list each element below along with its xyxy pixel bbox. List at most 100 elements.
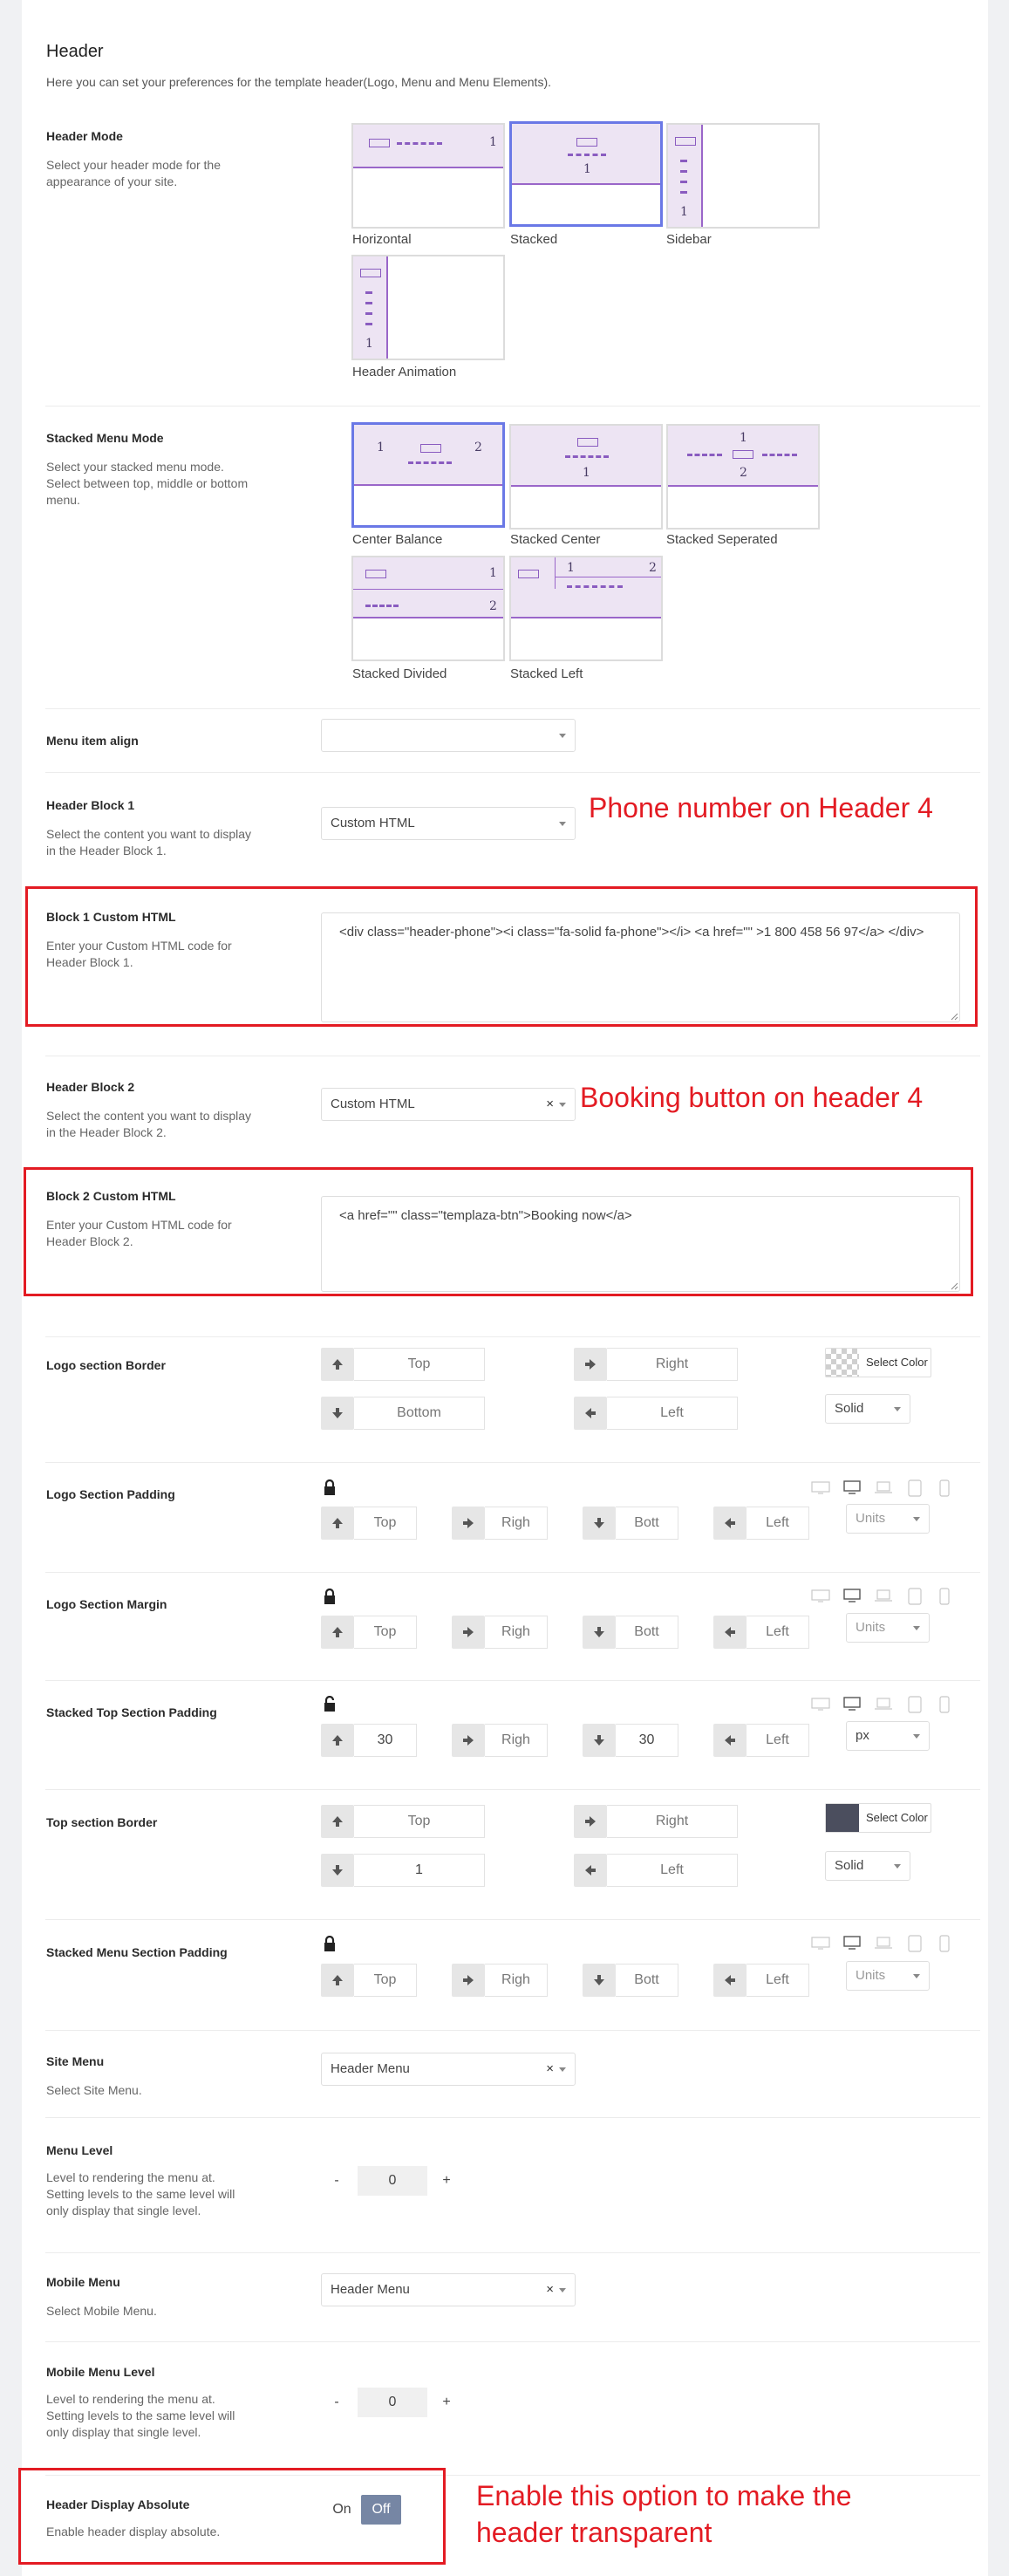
desktop-icon[interactable] bbox=[842, 1479, 862, 1495]
header-block-2-select[interactable]: Custom HTML × bbox=[321, 1088, 576, 1121]
tablet-icon[interactable] bbox=[907, 1588, 923, 1605]
stacked-top-padding-top[interactable]: 30 bbox=[321, 1724, 417, 1757]
desktop-icon[interactable] bbox=[842, 1588, 862, 1603]
mobile-icon[interactable] bbox=[938, 1479, 951, 1497]
mobile-icon[interactable] bbox=[938, 1588, 951, 1605]
header-mode-stacked-tile[interactable]: 1 bbox=[509, 121, 663, 227]
logo-border-left[interactable]: Left bbox=[574, 1397, 738, 1430]
header-block-1-select[interactable]: Custom HTML bbox=[321, 807, 576, 840]
laptop-icon[interactable] bbox=[874, 1696, 893, 1712]
stacked-menu-padding-right[interactable]: Righ bbox=[452, 1964, 548, 1997]
mobile-menu-level-value[interactable]: 0 bbox=[358, 2388, 427, 2417]
site-menu-select[interactable]: Header Menu × bbox=[321, 2053, 576, 2086]
laptop-icon[interactable] bbox=[874, 1588, 893, 1603]
resize-grip-icon[interactable] bbox=[951, 1013, 958, 1021]
block-2-html-textarea[interactable]: <a href="" class="templaza-btn">Booking … bbox=[321, 1196, 960, 1292]
arrow-up-icon bbox=[332, 1518, 343, 1528]
menu-item-align-select[interactable] bbox=[321, 719, 576, 752]
logo-padding-units-select[interactable]: Units bbox=[846, 1504, 930, 1534]
stacked-mode-stacked-center-tile[interactable]: 1 bbox=[509, 424, 663, 530]
desktop-icon[interactable] bbox=[842, 1696, 862, 1712]
top-border-right[interactable]: Right bbox=[574, 1805, 738, 1838]
decrement-button[interactable]: - bbox=[324, 2166, 349, 2196]
menu-level-stepper[interactable]: - 0 + bbox=[324, 2166, 464, 2196]
increment-button[interactable]: + bbox=[434, 2166, 459, 2196]
logo-margin-left[interactable]: Left bbox=[713, 1616, 809, 1649]
logo-border-color-button[interactable]: Select Color bbox=[825, 1348, 931, 1377]
resize-grip-icon[interactable] bbox=[951, 1282, 958, 1290]
stacked-top-padding-right[interactable]: Righ bbox=[452, 1724, 548, 1757]
stacked-top-padding-left[interactable]: Left bbox=[713, 1724, 809, 1757]
tablet-icon[interactable] bbox=[907, 1696, 923, 1713]
header-mode-sidebar-tile[interactable]: 1 bbox=[666, 123, 820, 229]
logo-margin-units-select[interactable]: Units bbox=[846, 1613, 930, 1643]
top-border-top[interactable]: Top bbox=[321, 1805, 485, 1838]
stacked-mode-stacked-left-tile[interactable]: 1 2 bbox=[509, 556, 663, 661]
arrow-left-icon bbox=[585, 1408, 596, 1418]
desktop-large-icon[interactable] bbox=[811, 1696, 830, 1712]
logo-border-right[interactable]: Right bbox=[574, 1348, 738, 1381]
lock-closed-icon[interactable] bbox=[323, 1936, 337, 1953]
arrow-left-icon bbox=[585, 1865, 596, 1876]
logo-margin-top[interactable]: Top bbox=[321, 1616, 417, 1649]
stacked-menu-padding-bottom[interactable]: Bott bbox=[583, 1964, 678, 1997]
desktop-icon[interactable] bbox=[842, 1935, 862, 1951]
toggle-off[interactable]: Off bbox=[361, 2495, 401, 2525]
top-border-left[interactable]: Left bbox=[574, 1854, 738, 1887]
mobile-menu-level-stepper[interactable]: - 0 + bbox=[324, 2388, 464, 2417]
logo-padding-top[interactable]: Top bbox=[321, 1507, 417, 1540]
logo-border-top[interactable]: Top bbox=[321, 1348, 485, 1381]
desktop-large-icon[interactable] bbox=[811, 1935, 830, 1951]
logo-padding-left[interactable]: Left bbox=[713, 1507, 809, 1540]
decrement-button[interactable]: - bbox=[324, 2388, 349, 2417]
mobile-icon[interactable] bbox=[938, 1696, 951, 1713]
stacked-top-padding-bottom[interactable]: 30 bbox=[583, 1724, 678, 1757]
lock-closed-icon[interactable] bbox=[323, 1589, 337, 1606]
desktop-large-icon[interactable] bbox=[811, 1588, 830, 1603]
desktop-large-icon[interactable] bbox=[811, 1479, 830, 1495]
arrow-up-icon bbox=[332, 1359, 343, 1370]
logo-padding-right[interactable]: Righ bbox=[452, 1507, 548, 1540]
stacked-mode-stacked-seperated-tile[interactable]: 1 2 bbox=[666, 424, 820, 530]
logo-margin-right[interactable]: Righ bbox=[452, 1616, 548, 1649]
stacked-menu-padding-top[interactable]: Top bbox=[321, 1964, 417, 1997]
block-1-html-textarea[interactable]: <div class="header-phone"><i class="fa-s… bbox=[321, 912, 960, 1022]
logo-border-bottom[interactable]: Bottom bbox=[321, 1397, 485, 1430]
stacked-mode-stacked-center-caption: Stacked Center bbox=[510, 532, 601, 547]
chevron-down-icon bbox=[913, 1974, 920, 1978]
stacked-mode-center-balance-tile[interactable]: 1 2 bbox=[351, 422, 505, 528]
menu-level-value[interactable]: 0 bbox=[358, 2166, 427, 2196]
mobile-menu-select[interactable]: Header Menu × bbox=[321, 2273, 576, 2306]
logo-border-style-select[interactable]: Solid bbox=[825, 1394, 910, 1424]
tablet-icon[interactable] bbox=[907, 1935, 923, 1952]
mobile-menu-level-label: Mobile Menu Level bbox=[46, 2365, 155, 2379]
toggle-on[interactable]: On bbox=[323, 2495, 361, 2525]
top-border-style-select[interactable]: Solid bbox=[825, 1851, 910, 1881]
chevron-down-icon bbox=[894, 1407, 901, 1411]
clear-icon[interactable]: × bbox=[546, 2282, 554, 2297]
lock-open-icon[interactable] bbox=[323, 1696, 337, 1713]
clear-icon[interactable]: × bbox=[546, 2061, 554, 2076]
header-mode-horizontal-tile[interactable]: 1 bbox=[351, 123, 505, 229]
logo-margin-label: Logo Section Margin bbox=[46, 1597, 167, 1611]
header-block-2-label: Header Block 2 bbox=[46, 1080, 135, 1094]
tablet-icon[interactable] bbox=[907, 1479, 923, 1497]
arrow-left-icon bbox=[725, 1735, 735, 1746]
header-display-absolute-toggle[interactable]: On Off bbox=[323, 2495, 403, 2525]
stacked-menu-padding-left[interactable]: Left bbox=[713, 1964, 809, 1997]
stacked-mode-stacked-divided-tile[interactable]: 1 2 bbox=[351, 556, 505, 661]
chevron-down-icon bbox=[913, 1517, 920, 1521]
laptop-icon[interactable] bbox=[874, 1935, 893, 1951]
increment-button[interactable]: + bbox=[434, 2388, 459, 2417]
logo-padding-bottom[interactable]: Bott bbox=[583, 1507, 678, 1540]
top-border-bottom[interactable]: 1 bbox=[321, 1854, 485, 1887]
lock-closed-icon[interactable] bbox=[323, 1479, 337, 1497]
clear-icon[interactable]: × bbox=[546, 1097, 554, 1111]
stacked-top-padding-units-select[interactable]: px bbox=[846, 1721, 930, 1751]
laptop-icon[interactable] bbox=[874, 1479, 893, 1495]
header-mode-header-animation-tile[interactable]: 1 bbox=[351, 255, 505, 360]
logo-margin-bottom[interactable]: Bott bbox=[583, 1616, 678, 1649]
top-border-color-button[interactable]: Select Color bbox=[825, 1803, 931, 1833]
stacked-menu-padding-units-select[interactable]: Units bbox=[846, 1961, 930, 1991]
mobile-icon[interactable] bbox=[938, 1935, 951, 1952]
